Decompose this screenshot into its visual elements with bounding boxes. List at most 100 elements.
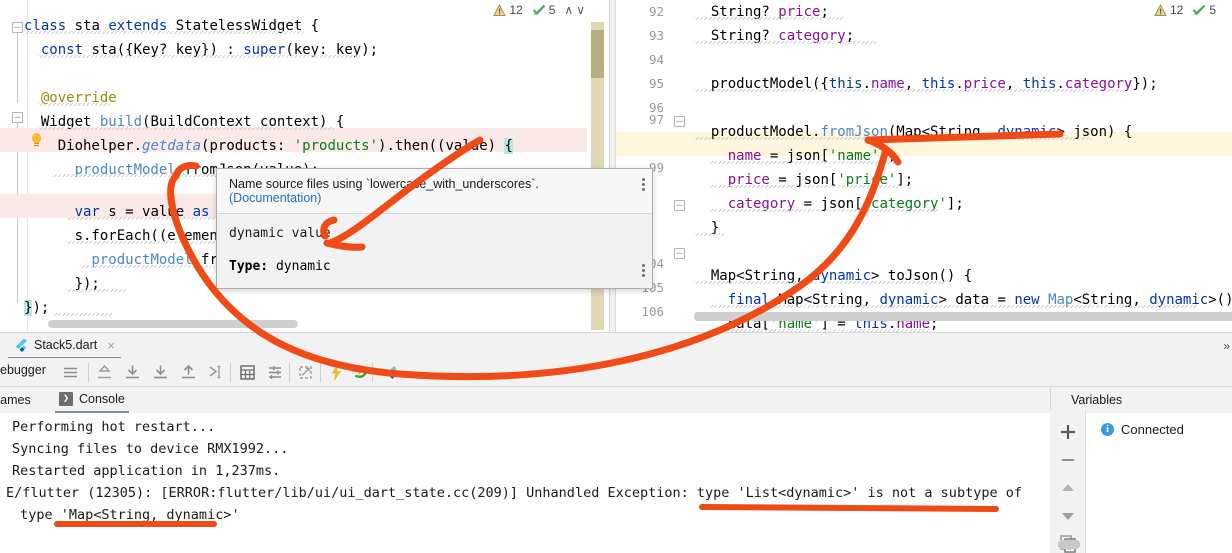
console-line: type 'Map<String, dynamic>' <box>12 507 240 523</box>
debugger-toolbar: ebugger <box>0 358 1232 387</box>
code-line: Diohelper.getdata(products: 'products').… <box>24 138 513 154</box>
force-step-into-icon[interactable] <box>178 362 199 383</box>
scrollbar-thumb[interactable] <box>591 30 604 78</box>
inspection-squiggle <box>708 305 1198 308</box>
evaluate-icon[interactable] <box>237 362 258 383</box>
tab-overflow-icon[interactable]: » <box>1223 339 1230 353</box>
fold-line <box>17 33 18 103</box>
tooltip-header: Name source files using `lowercase_with_… <box>217 169 652 214</box>
console-icon: ❯ <box>59 392 73 406</box>
code-line: s.forEach((element) <box>24 228 235 244</box>
inspection-squiggle <box>694 17 844 20</box>
toolbar-separator <box>289 363 290 382</box>
menu-icon[interactable] <box>60 362 81 383</box>
tooltip-body: dynamic value Type: dynamic <box>217 214 652 288</box>
code-editor-right[interactable]: 92 93 94 95 96 _ 97 98 99 104 105 106 ─ … <box>616 0 1232 332</box>
inspection-squiggle <box>80 265 215 268</box>
tab-label: Stack5.dart <box>34 338 98 352</box>
line-number: 94 <box>648 52 664 67</box>
settings-lines-icon[interactable] <box>265 362 286 383</box>
code-line: name = json['name']; <box>727 148 897 164</box>
flutter-icon <box>16 338 28 352</box>
variables-side-toolbar <box>1050 410 1086 553</box>
move-up-button[interactable] <box>1056 476 1080 500</box>
status-badge: Connected <box>1121 422 1184 437</box>
check-count: 5 <box>548 3 556 17</box>
console-output[interactable]: Performing hot restart... Syncing files … <box>0 413 1050 553</box>
warning-count: 12 <box>509 3 523 17</box>
line-number: 92 <box>648 4 664 19</box>
connection-status-row: i Connected <box>1087 413 1232 437</box>
fold-marker[interactable]: ─ <box>674 248 685 259</box>
warning-icon <box>493 3 507 16</box>
variables-title-label: Variables <box>1071 393 1123 407</box>
fold-marker[interactable]: ─ <box>12 112 23 123</box>
console-scrollbar[interactable] <box>1058 540 1080 549</box>
inspection-squiggle <box>38 103 110 106</box>
fold-marker[interactable]: ─ <box>674 116 685 127</box>
toolbar-separator <box>320 363 321 382</box>
next-problem-button[interactable]: ∨ <box>576 3 585 17</box>
variables-panel-body[interactable]: i Connected <box>1087 413 1232 553</box>
inspection-squiggle <box>66 241 216 244</box>
fold-marker[interactable]: ─ <box>674 200 685 211</box>
toolbar-separator <box>88 363 89 382</box>
documentation-tooltip[interactable]: Name source files using `lowercase_with_… <box>216 168 653 289</box>
editor-right-horizontal-scrollbar[interactable] <box>694 312 1232 321</box>
mute-breakpoints-icon[interactable] <box>295 362 316 383</box>
tab-stack5-dart[interactable]: Stack5.dart × <box>8 333 121 359</box>
move-down-button[interactable] <box>1056 504 1080 528</box>
code-line: class sta extends StatelessWidget { <box>24 18 320 34</box>
inspection-squiggle <box>24 31 304 34</box>
inspection-squiggle <box>52 313 112 316</box>
code-line: Map<String, dynamic> toJson() { <box>694 268 973 284</box>
close-icon[interactable]: × <box>107 338 115 353</box>
warning-count: 12 <box>1169 3 1184 17</box>
code-line: productModel.fromJson(Map<String, dynami… <box>694 124 1133 140</box>
console-line: E/flutter (12305): [ERROR:flutter/lib/ui… <box>6 485 1022 501</box>
documentation-link[interactable]: (Documentation) <box>229 191 321 205</box>
console-line: E/flutter (12305): #1 <box>6 548 177 553</box>
inspection-squiggle <box>694 89 1122 92</box>
code-line: }); <box>24 300 50 316</box>
remove-watch-button[interactable] <box>1056 448 1080 472</box>
flutter-inspector-icon[interactable] <box>380 362 401 383</box>
fold-marker[interactable]: ─ <box>12 22 23 33</box>
debug-subtabs: rames ❯ Console <box>0 387 1050 413</box>
toolbar-separator <box>230 363 231 382</box>
inspection-squiggle <box>38 127 334 130</box>
inspection-squiggle <box>694 233 724 236</box>
inspection-squiggle <box>694 281 944 284</box>
tab-console-label: Console <box>79 392 125 406</box>
inspection-widget-right[interactable]: 12 5 <box>1154 3 1222 17</box>
editor-tab-bar: Stack5.dart × » <box>0 332 1232 359</box>
add-watch-button[interactable] <box>1056 420 1080 444</box>
line-number: 97 <box>648 112 664 127</box>
kebab-menu-icon[interactable] <box>642 262 645 279</box>
tab-frames[interactable]: rames <box>0 387 35 413</box>
tab-frames-label: rames <box>0 393 31 407</box>
tab-console[interactable]: ❯ Console <box>55 387 129 413</box>
run-to-cursor-icon[interactable] <box>206 362 227 383</box>
code-line: } <box>694 220 720 236</box>
step-into-icon[interactable] <box>150 362 171 383</box>
hot-restart-icon[interactable] <box>349 362 370 383</box>
step-out-icon[interactable] <box>94 362 115 383</box>
hot-reload-icon[interactable] <box>326 362 347 383</box>
code-line: price = json['price']; <box>727 172 914 188</box>
prev-problem-button[interactable]: ∧ <box>564 3 573 17</box>
code-line: var s = value as Li <box>74 204 235 220</box>
inspection-squiggle <box>708 209 938 212</box>
inspection-squiggle <box>38 55 360 58</box>
step-over-icon[interactable] <box>122 362 143 383</box>
editor-horizontal-scrollbar[interactable] <box>48 320 298 328</box>
kebab-menu-icon[interactable] <box>642 176 645 193</box>
tooltip-type-value: dynamic <box>268 259 331 274</box>
check-icon <box>1193 4 1206 15</box>
code-line: productModel({this.name, this.price, thi… <box>694 76 1158 92</box>
console-line: Restarted application in 1,237ms. <box>12 463 281 479</box>
inspection-widget-left[interactable]: 12 5 ∧ ∨ <box>493 3 585 17</box>
code-line: String? category; <box>694 28 855 44</box>
editor-area: ─ ─ class sta extends StatelessWidget { … <box>0 0 1232 332</box>
debugger-label: ebugger <box>0 363 46 377</box>
